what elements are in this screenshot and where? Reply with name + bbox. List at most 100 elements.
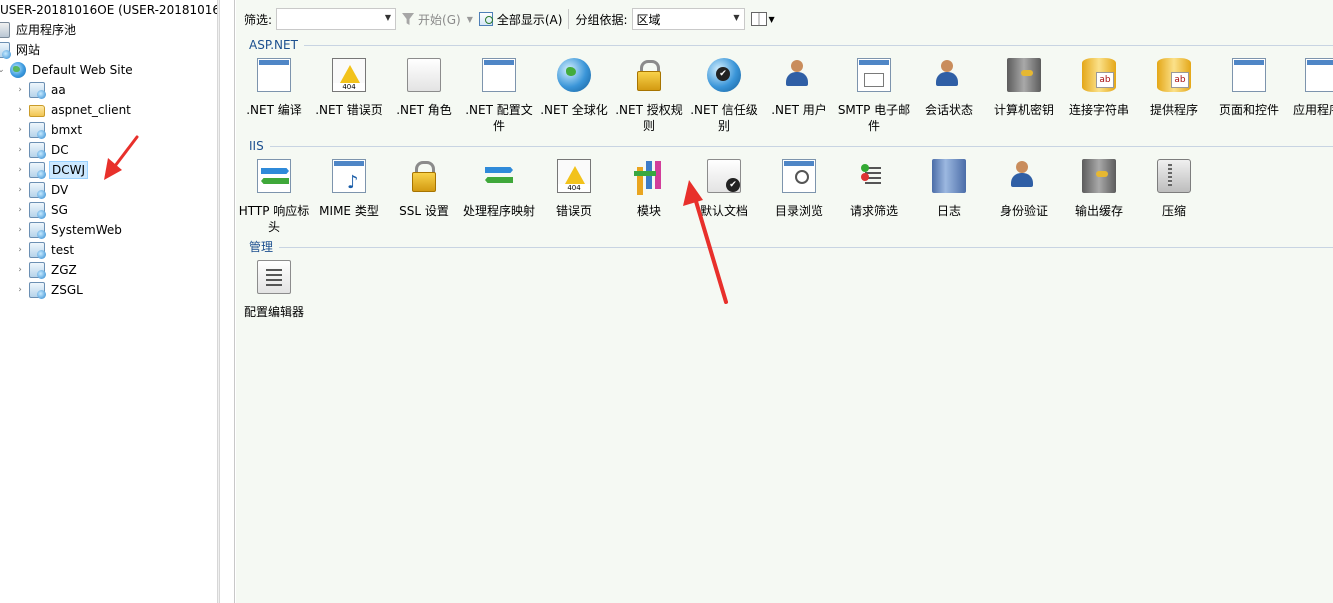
- pane-divider: [220, 0, 235, 603]
- tree-node-server[interactable]: USER-20181016OE (USER-20181016OE: [0, 0, 217, 20]
- show-all-button[interactable]: 全部显示(A): [478, 11, 562, 28]
- feature-mime-types[interactable]: MIME 类型: [312, 159, 386, 219]
- config-file-icon: [482, 58, 516, 92]
- server-key-icon: [1007, 58, 1041, 92]
- feature-app-settings[interactable]: 应用程序设置: [1287, 58, 1333, 118]
- page-controls-icon: [1232, 58, 1266, 92]
- tree-child-systemweb[interactable]: › SystemWeb: [15, 220, 124, 240]
- modules-icon: [632, 159, 666, 193]
- tree-child-aa[interactable]: › aa: [15, 80, 68, 100]
- feature-logging[interactable]: 日志: [912, 159, 986, 219]
- tree-child-label: aa: [51, 83, 66, 97]
- feature-request-filtering[interactable]: 请求筛选: [837, 159, 911, 219]
- expand-chevron-icon[interactable]: ›: [15, 160, 25, 180]
- error-404-icon: [557, 159, 591, 193]
- feature-label: 模块: [636, 204, 661, 218]
- web-app-icon: [29, 122, 46, 139]
- feature-label: .NET 错误页: [315, 103, 383, 117]
- feature-compression[interactable]: 压缩: [1137, 159, 1211, 219]
- section-divider: [269, 145, 1333, 147]
- request-filter-icon: [857, 159, 891, 193]
- tree-node-sites[interactable]: 网站: [0, 40, 42, 60]
- group-by-combobox[interactable]: 区域 ▼: [631, 8, 745, 30]
- web-app-icon: [29, 262, 46, 279]
- feature-ssl-settings[interactable]: SSL 设置: [387, 159, 461, 219]
- expand-chevron-icon[interactable]: ›: [15, 200, 25, 220]
- expand-chevron-icon[interactable]: ›: [15, 240, 25, 260]
- feature-http-response-headers[interactable]: HTTP 响应标头: [237, 159, 311, 235]
- feature-configuration-editor[interactable]: 配置编辑器: [237, 260, 311, 320]
- feature-label: .NET 用户: [771, 103, 827, 117]
- web-app-icon: [29, 222, 46, 239]
- default-document-icon: [707, 159, 741, 193]
- view-mode-button[interactable]: ▼: [750, 12, 775, 26]
- feature-label: 身份验证: [999, 204, 1048, 218]
- feature-net-trust-levels[interactable]: .NET 信任级别: [687, 58, 761, 134]
- feature-handler-mappings[interactable]: 处理程序映射: [462, 159, 536, 219]
- feature-net-users[interactable]: .NET 用户: [762, 58, 836, 118]
- feature-providers[interactable]: 提供程序: [1137, 58, 1211, 118]
- feature-net-compilation[interactable]: .NET 编译: [237, 58, 311, 118]
- filter-combobox[interactable]: ▼: [276, 8, 397, 30]
- feature-session-state[interactable]: 会话状态: [912, 58, 986, 118]
- expand-chevron-icon[interactable]: ›: [15, 220, 25, 240]
- expand-chevron-icon[interactable]: ›: [15, 140, 25, 160]
- feature-default-document[interactable]: 默认文档: [687, 159, 761, 219]
- app-settings-icon: [1305, 58, 1333, 92]
- users-icon: [782, 58, 816, 92]
- expand-chevron-icon[interactable]: ›: [15, 280, 25, 300]
- feature-modules[interactable]: 模块: [612, 159, 686, 219]
- feature-label: 会话状态: [924, 103, 973, 117]
- tree-child-dv[interactable]: › DV: [15, 180, 70, 200]
- feature-smtp-email[interactable]: SMTP 电子邮件: [837, 58, 911, 134]
- tree-child-aspnet-client[interactable]: › aspnet_client: [15, 100, 133, 120]
- feature-net-error-pages[interactable]: .NET 错误页: [312, 58, 386, 118]
- group-by-label: 分组依据:: [575, 12, 628, 27]
- expand-chevron-icon[interactable]: ›: [15, 180, 25, 200]
- section-divider: [279, 246, 1333, 248]
- feature-error-pages[interactable]: 错误页: [537, 159, 611, 219]
- feature-label: 处理程序映射: [462, 204, 535, 218]
- sites-icon: [0, 42, 11, 59]
- expand-chevron-icon[interactable]: ›: [15, 100, 25, 120]
- feature-label: 输出缓存: [1074, 204, 1123, 218]
- feature-net-globalization[interactable]: .NET 全球化: [537, 58, 611, 118]
- expand-chevron-icon[interactable]: ›: [15, 80, 25, 100]
- mime-icon: [332, 159, 366, 193]
- mail-icon: [857, 58, 891, 92]
- documents-icon: [407, 58, 441, 92]
- feature-label: .NET 角色: [396, 103, 452, 117]
- start-filter-button[interactable]: 开始(G) ▼: [402, 11, 473, 28]
- download-pages-icon: [257, 58, 291, 92]
- collapse-chevron-icon[interactable]: ⌄: [0, 60, 6, 80]
- tree-child-label: DCWJ: [49, 161, 89, 179]
- tree-child-zgz[interactable]: › ZGZ: [15, 260, 79, 280]
- tree-node-default-site[interactable]: ⌄ Default Web Site: [0, 60, 135, 80]
- output-cache-icon: [1082, 159, 1116, 193]
- tree-child-test[interactable]: › test: [15, 240, 76, 260]
- feature-directory-browsing[interactable]: 目录浏览: [762, 159, 836, 219]
- tree-child-bmxt[interactable]: › bmxt: [15, 120, 84, 140]
- feature-net-authorization[interactable]: .NET 授权规则: [612, 58, 686, 134]
- feature-net-roles[interactable]: .NET 角色: [387, 58, 461, 118]
- tree-child-sg[interactable]: › SG: [15, 200, 70, 220]
- expand-chevron-icon[interactable]: ›: [15, 260, 25, 280]
- tree-child-dcwj[interactable]: › DCWJ: [15, 160, 89, 180]
- tree-child-dc[interactable]: › DC: [15, 140, 71, 160]
- section-divider: [303, 44, 1333, 46]
- feature-machine-key[interactable]: 计算机密钥: [987, 58, 1061, 118]
- feature-authentication[interactable]: 身份验证: [987, 159, 1061, 219]
- tree-child-zsgl[interactable]: › ZSGL: [15, 280, 85, 300]
- tree-node-app-pools[interactable]: 应用程序池: [0, 20, 78, 40]
- tree-child-label: test: [51, 243, 75, 257]
- feature-pages-controls[interactable]: 页面和控件: [1212, 58, 1286, 118]
- globe-check-icon: [707, 58, 741, 92]
- expand-chevron-icon[interactable]: ›: [15, 120, 25, 140]
- feature-label: 错误页: [555, 204, 592, 218]
- feature-output-caching[interactable]: 输出缓存: [1062, 159, 1136, 219]
- feature-label: SSL 设置: [399, 204, 449, 218]
- feature-label: 配置编辑器: [243, 305, 304, 319]
- tree-child-label: SG: [51, 203, 68, 217]
- feature-net-profile[interactable]: .NET 配置文件: [462, 58, 536, 134]
- feature-connection-strings[interactable]: 连接字符串: [1062, 58, 1136, 118]
